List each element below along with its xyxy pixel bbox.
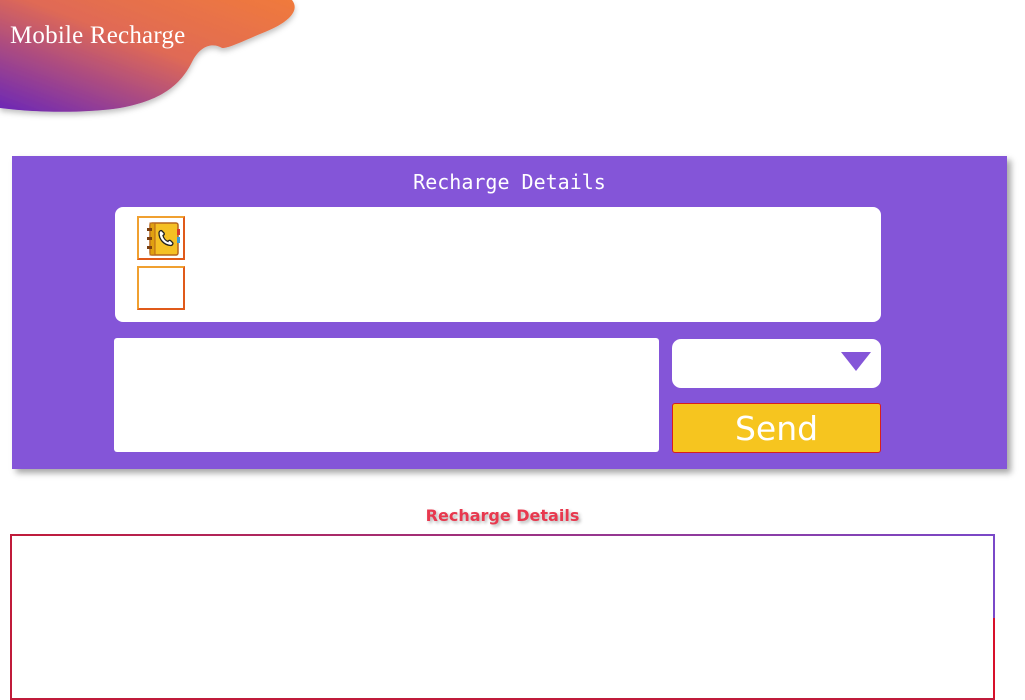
contact-button[interactable] xyxy=(137,266,185,310)
contact-box xyxy=(115,207,881,322)
results-box xyxy=(10,534,995,700)
app-title: Mobile Recharge xyxy=(10,22,186,49)
header-blob xyxy=(0,0,295,112)
send-button[interactable]: Send xyxy=(672,403,881,453)
phonebook-button[interactable] xyxy=(137,216,185,260)
panel-title: Recharge Details xyxy=(413,170,606,194)
message-field[interactable] xyxy=(114,338,659,452)
results-title: Recharge Details xyxy=(425,506,580,525)
recharge-panel: Recharge Details Send xyxy=(12,156,1007,469)
dropdown-arrow-icon[interactable] xyxy=(841,352,871,372)
operator-select[interactable] xyxy=(672,339,881,388)
phonebook-icon xyxy=(147,222,180,256)
